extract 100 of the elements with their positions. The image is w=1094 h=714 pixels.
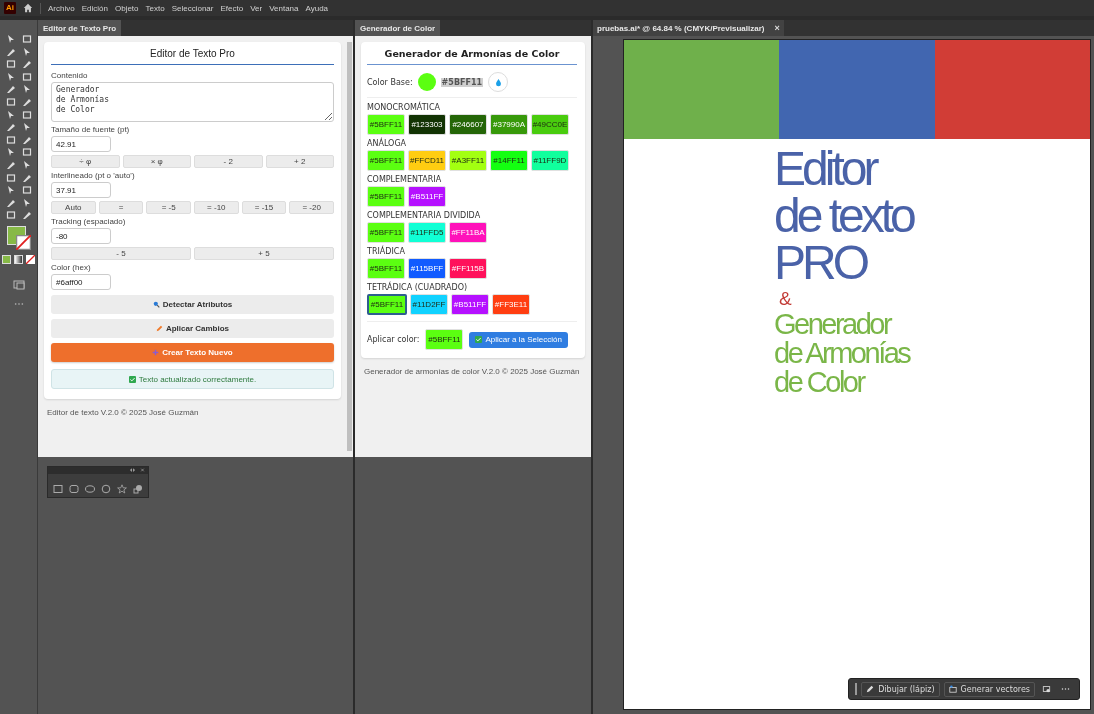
color-swatch[interactable]: #123303 — [408, 114, 446, 135]
more-icon[interactable] — [13, 302, 24, 307]
base-color-swatch[interactable] — [417, 73, 436, 91]
tool-icon[interactable] — [5, 84, 16, 95]
adjust-button[interactable]: = -5 — [146, 201, 191, 214]
tool-icon[interactable] — [5, 172, 16, 183]
tool-icon[interactable] — [21, 172, 32, 183]
adjust-button[interactable]: = -10 — [194, 201, 239, 214]
close-tab-button[interactable]: × — [774, 23, 780, 33]
menu-item[interactable]: Texto — [145, 3, 165, 13]
eyedropper-button[interactable] — [488, 72, 509, 92]
color-swatch[interactable]: #246607 — [449, 114, 487, 135]
menu-item[interactable]: Edición — [81, 3, 108, 13]
menu-item[interactable]: Efecto — [220, 3, 244, 13]
apply-selection-button[interactable]: Aplicar a la Selección — [469, 331, 568, 348]
menu-item[interactable]: Archivo — [48, 3, 75, 13]
tool-icon[interactable] — [5, 109, 16, 120]
color-swatch[interactable]: #FF115B — [449, 258, 487, 279]
apply-button[interactable]: Aplicar Cambios — [51, 319, 334, 338]
color-swatch[interactable]: #5BFF11 — [367, 150, 405, 171]
color-swatch[interactable]: #5BFF11 — [367, 222, 405, 243]
color-swatch[interactable]: #14FF11 — [490, 150, 528, 171]
none-mode-icon[interactable] — [26, 255, 35, 265]
tool-icon[interactable] — [5, 59, 16, 70]
tool-icon[interactable] — [21, 159, 32, 170]
tool-icon[interactable] — [5, 122, 16, 133]
adjust-button[interactable]: + 5 — [194, 247, 334, 260]
tool-icon[interactable] — [5, 34, 16, 44]
panel-tab[interactable]: Editor de Texto Pro — [38, 20, 122, 36]
adjust-button[interactable]: = — [98, 201, 144, 214]
color-swatch[interactable]: #A3FF11 — [449, 150, 487, 171]
color-swatch[interactable]: #5BFF11 — [367, 294, 407, 315]
menu-item[interactable]: Ayuda — [305, 3, 329, 13]
shape-tool-icon[interactable] — [133, 484, 143, 494]
tool-icon[interactable] — [21, 197, 32, 208]
adjust-button[interactable]: × φ — [122, 155, 191, 168]
color-swatch[interactable]: #5BFF11 — [367, 114, 405, 135]
star-icon[interactable] — [117, 484, 127, 494]
tool-icon[interactable] — [21, 46, 32, 57]
font-size-field[interactable]: 42.91 — [51, 136, 111, 152]
adjust-button[interactable]: - 5 — [51, 247, 191, 260]
color-field[interactable]: #6aff00 — [51, 274, 111, 290]
adjust-button[interactable]: - 2 — [194, 155, 263, 168]
tool-icon[interactable] — [5, 159, 16, 170]
document-tab[interactable]: pruebas.ai* @ 64.84 % (CMYK/Previsualizar) — [597, 23, 765, 33]
leading-field[interactable]: 37.91 — [51, 182, 111, 198]
gradient-mode-icon[interactable] — [14, 255, 23, 265]
hex-value[interactable]: #5BFF11 — [440, 77, 484, 87]
adjust-button[interactable]: = -20 — [289, 201, 335, 214]
home-icon[interactable] — [23, 3, 33, 13]
more-icon[interactable] — [1061, 685, 1070, 693]
color-swatch[interactable]: #5BFF11 — [367, 258, 405, 279]
tool-icon[interactable] — [21, 59, 32, 70]
adjust-button[interactable]: = -15 — [241, 201, 287, 214]
adjust-button[interactable]: ÷ φ — [51, 155, 120, 168]
tool-icon[interactable] — [21, 34, 32, 44]
color-swatch[interactable]: #115BFF — [408, 258, 446, 279]
ellipse-icon[interactable] — [85, 484, 95, 494]
tool-icon[interactable] — [21, 71, 32, 82]
tool-icon[interactable] — [5, 71, 16, 82]
tool-icon[interactable] — [5, 46, 16, 57]
color-swatch[interactable]: #FFCD11 — [408, 150, 446, 171]
menu-item[interactable]: Objeto — [114, 3, 139, 13]
rectangle-icon[interactable] — [53, 484, 63, 494]
menu-item[interactable]: Ver — [250, 3, 263, 13]
color-swatch[interactable]: #37990A — [490, 114, 528, 135]
circle-icon[interactable] — [101, 484, 111, 494]
close-icon[interactable] — [140, 468, 145, 472]
detect-button[interactable]: Detectar Atributos — [51, 295, 334, 314]
menu-item[interactable]: Ventana — [269, 3, 299, 13]
stroke-none-swatch[interactable] — [15, 235, 31, 251]
color-swatch[interactable]: #B511FF — [451, 294, 489, 315]
tool-icon[interactable] — [21, 109, 32, 120]
rounded-rectangle-icon[interactable] — [69, 484, 79, 494]
color-swatch[interactable]: #49CC0E — [531, 114, 569, 135]
panel-tab[interactable]: Generador de Color — [355, 20, 441, 36]
adjust-button[interactable]: Auto — [51, 201, 96, 214]
content-textarea[interactable]: Generador de Armonías de Color — [51, 82, 334, 122]
generate-vectors-button[interactable]: Generar vectores — [943, 681, 1035, 697]
draw-button[interactable]: Dibujar (lápiz) — [861, 681, 940, 697]
tool-icon[interactable] — [5, 134, 16, 145]
tool-icon[interactable] — [21, 134, 32, 145]
color-swatch[interactable]: #11FF9D — [531, 150, 569, 171]
color-swatch[interactable]: #FF3E11 — [492, 294, 530, 315]
collapse-icon[interactable] — [130, 468, 135, 472]
color-swatch[interactable]: #B511FF — [408, 186, 446, 207]
tool-icon[interactable] — [5, 197, 16, 208]
tool-icon[interactable] — [21, 147, 32, 158]
tool-icon[interactable] — [5, 96, 16, 107]
tool-icon[interactable] — [5, 210, 16, 221]
menu-item[interactable]: Seleccionar — [171, 3, 214, 13]
tool-icon[interactable] — [21, 210, 32, 221]
image-options-icon[interactable] — [1042, 685, 1051, 693]
tracking-field[interactable]: -80 — [51, 228, 111, 244]
color-swatch[interactable]: #5BFF11 — [367, 186, 405, 207]
color-swatch[interactable]: #11D2FF — [410, 294, 448, 315]
color-mode-icon[interactable] — [2, 255, 11, 265]
tool-icon[interactable] — [21, 185, 32, 196]
adjust-button[interactable]: + 2 — [265, 155, 334, 168]
tool-icon[interactable] — [21, 96, 32, 107]
